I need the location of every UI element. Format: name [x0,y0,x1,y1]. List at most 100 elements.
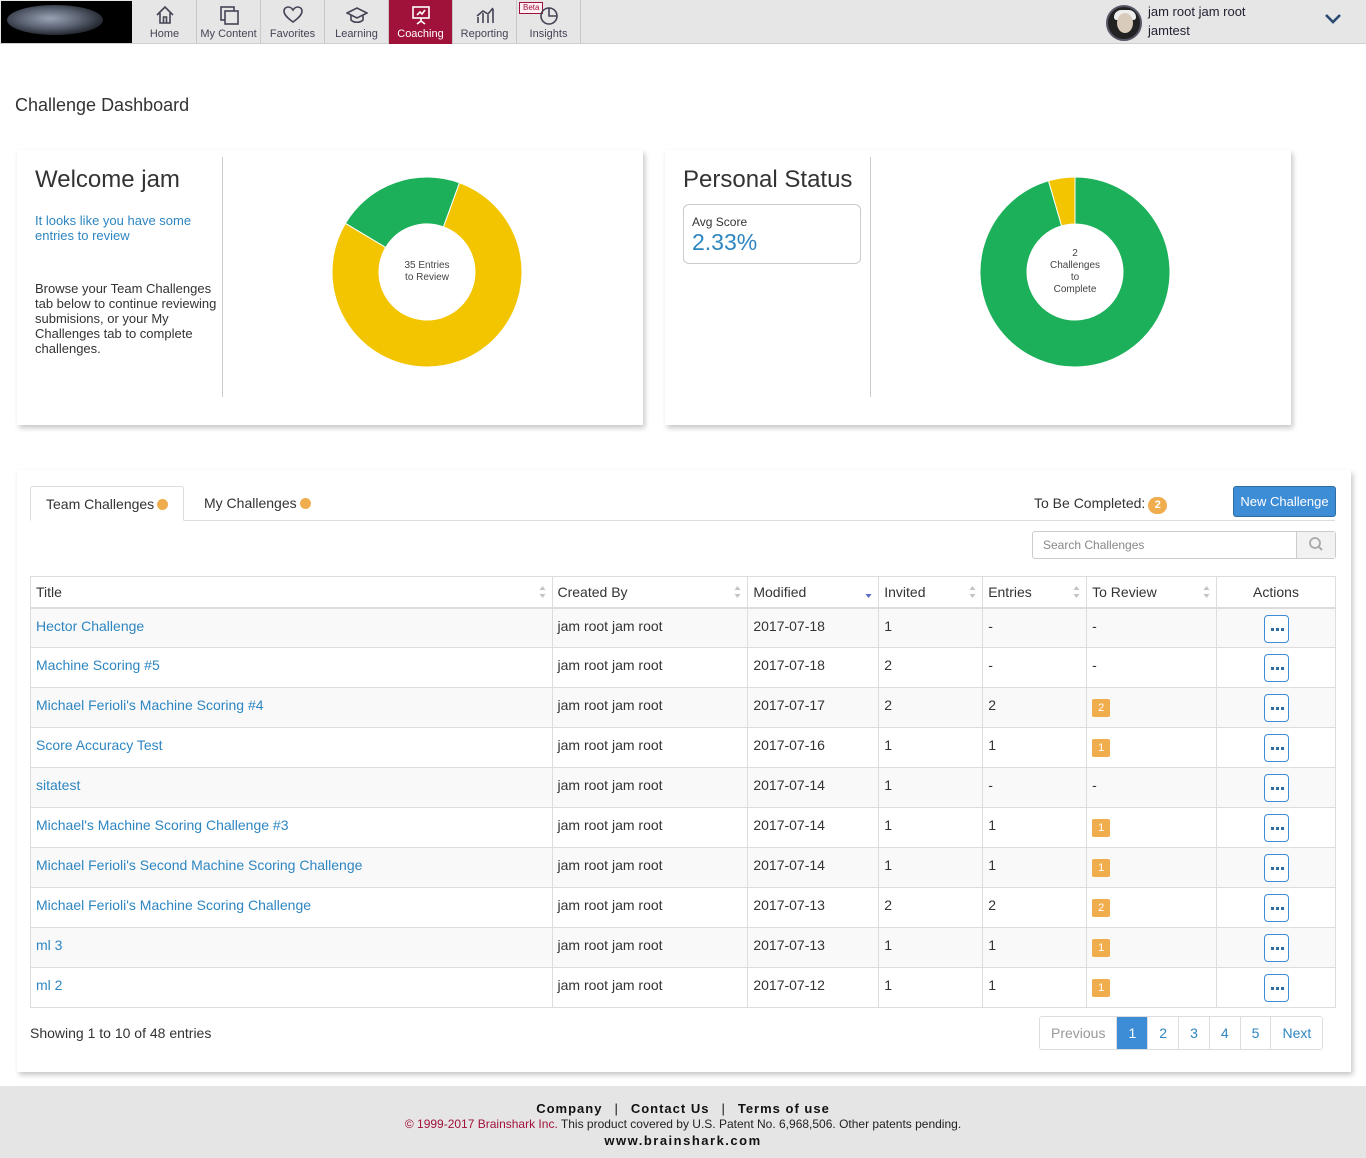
to-review-badge[interactable]: 1 [1092,939,1111,957]
nav-coaching[interactable]: Coaching [389,0,453,44]
cell-modified: 2017-07-13 [747,887,880,928]
avatar [1106,5,1142,41]
to-be-completed-label: To Be Completed: [1034,495,1146,511]
challenge-title-link[interactable]: sitatest [36,777,80,793]
chevron-down-icon[interactable] [1324,12,1342,26]
col-created-by[interactable]: Created By [551,576,749,609]
copyright-text: © 1999-2017 Brainshark Inc. [404,1117,558,1131]
nav-favorites[interactable]: Favorites [261,0,325,44]
cell-modified: 2017-07-17 [747,687,880,728]
new-challenge-button[interactable]: New Challenge [1233,486,1336,517]
footer-company-link[interactable]: Company [536,1101,602,1116]
column-header: Entries [988,583,1032,600]
to-review-badge[interactable]: 2 [1092,899,1111,917]
ellipsis-icon [1280,867,1284,870]
browse-instructions: Browse your Team Challenges tab below to… [35,281,217,356]
ellipsis-icon [1280,987,1284,990]
challenge-title-link[interactable]: Michael's Machine Scoring Challenge #3 [36,817,288,833]
search-input[interactable] [1033,532,1297,558]
nav-insights[interactable]: Beta Insights [517,0,581,44]
actions-button[interactable] [1263,774,1289,802]
cell-actions [1216,887,1336,928]
challenge-title-link[interactable]: Michael Ferioli's Machine Scoring #4 [36,697,264,713]
table-row: Michael Ferioli's Machine Scoring #4 jam … [30,687,1336,728]
review-notice-link[interactable]: It looks like you have some entries to r… [35,213,220,243]
column-header: Actions [1253,583,1299,600]
donut-label-line: Complete [1053,284,1097,295]
challenge-title-link[interactable]: Michael Ferioli's Machine Scoring Challe… [36,897,311,913]
sort-icon [734,586,741,598]
actions-button[interactable] [1263,854,1289,882]
actions-button[interactable] [1263,894,1289,922]
actions-button[interactable] [1263,734,1289,762]
ellipsis-icon [1280,707,1284,710]
actions-button[interactable] [1263,974,1289,1002]
page-4[interactable]: 4 [1209,1017,1241,1049]
to-review-badge[interactable]: 1 [1092,739,1111,757]
to-review-value: - [1092,777,1097,793]
page-1[interactable]: 1 [1117,1017,1149,1049]
actions-button[interactable] [1263,814,1289,842]
column-header: To Review [1092,583,1157,600]
nav-learning[interactable]: Learning [325,0,389,44]
donut-center-label: 35 Entries to Review [377,260,477,284]
challenge-title-link[interactable]: Score Accuracy Test [36,737,163,753]
search-button[interactable] [1296,532,1335,558]
col-to-review[interactable]: To Review [1086,576,1218,609]
nav-label: My Content [200,28,257,40]
footer-contact-link[interactable]: Contact Us [631,1101,710,1116]
cell-title: Michael Ferioli's Second Machine Scoring… [30,847,553,888]
cell-created-by: jam root jam root [551,687,749,728]
search-box [1032,531,1336,559]
page-previous[interactable]: Previous [1040,1017,1118,1049]
challenge-title-link[interactable]: ml 3 [36,937,62,953]
col-modified[interactable]: Modified [747,576,880,609]
col-title[interactable]: Title [30,576,553,609]
cell-to-review: - [1086,767,1218,808]
footer-website[interactable]: www.brainshark.com [0,1133,1366,1148]
nav-reporting[interactable]: Reporting [453,0,517,44]
page-3[interactable]: 3 [1179,1017,1210,1049]
col-invited[interactable]: Invited [878,576,984,609]
footer-terms-link[interactable]: Terms of use [738,1101,830,1116]
actions-button[interactable] [1263,694,1289,722]
cell-modified: 2017-07-16 [747,727,880,768]
page-5[interactable]: 5 [1240,1017,1272,1049]
table-row: ml 2 jam root jam root 2017-07-12 1 1 1 [30,967,1336,1008]
brand-logo[interactable] [1,1,132,43]
table-row: Score Accuracy Test jam root jam root 2017… [30,727,1336,768]
challenge-title-link[interactable]: ml 2 [36,977,62,993]
footer-separator: | [614,1101,619,1116]
page-2[interactable]: 2 [1148,1017,1180,1049]
to-review-badge[interactable]: 1 [1092,859,1111,877]
ellipsis-icon [1270,747,1274,750]
page-next[interactable]: Next [1271,1017,1323,1049]
challenge-title-link[interactable]: Michael Ferioli's Second Machine Scoring… [36,857,362,873]
tab-my-challenges[interactable]: My Challenges [189,486,326,521]
challenge-title-link[interactable]: Hector Challenge [36,618,144,634]
col-entries[interactable]: Entries [982,576,1088,609]
patent-text: This product covered by U.S. Patent No. … [560,1117,962,1131]
donut-center-label: 2 Challenges to Complete [1025,248,1125,296]
actions-button[interactable] [1263,934,1289,962]
tab-team-challenges[interactable]: Team Challenges [30,486,185,521]
challenge-title-link[interactable]: Machine Scoring #5 [36,657,160,673]
user-menu[interactable]: jam root jam root jamtest [1106,4,1346,41]
sort-icon [1073,586,1080,598]
ellipsis-icon [1270,627,1274,631]
nav-my-content[interactable]: My Content [197,0,261,44]
main-nav: Home My Content Favorites Learning Coach… [133,0,581,44]
nav-label: Home [149,28,180,40]
ellipsis-icon [1275,787,1279,790]
actions-button[interactable] [1263,654,1289,682]
actions-button[interactable] [1263,614,1289,643]
to-review-badge[interactable]: 2 [1092,699,1111,717]
nav-home[interactable]: Home [133,0,197,44]
to-review-badge[interactable]: 1 [1092,979,1111,997]
home-icon [156,5,174,24]
ellipsis-icon [1275,907,1279,910]
table-row: Michael Ferioli's Second Machine Scoring… [30,847,1336,888]
to-review-badge[interactable]: 1 [1092,819,1111,837]
cell-created-by: jam root jam root [551,647,749,688]
cell-title: Machine Scoring #5 [30,647,553,688]
